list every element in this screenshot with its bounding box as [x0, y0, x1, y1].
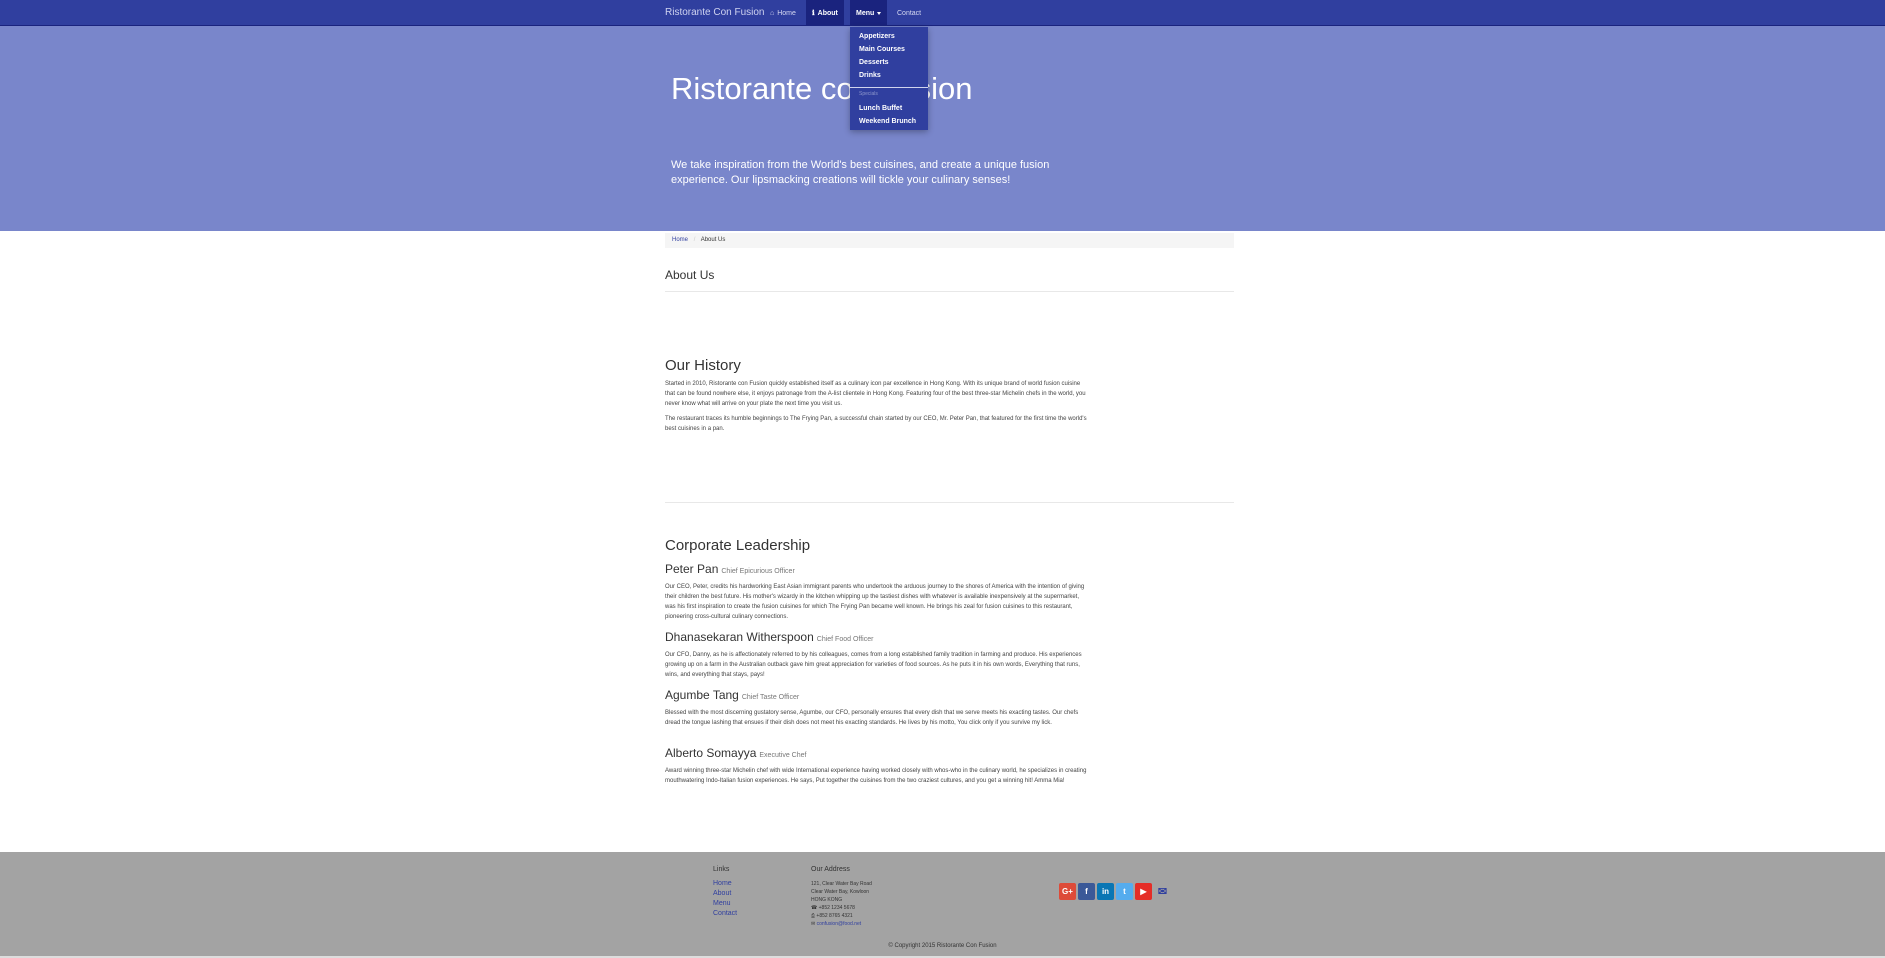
dropdown-item-lunch-buffet[interactable]: Lunch Buffet: [859, 105, 902, 112]
dropdown-item-drinks[interactable]: Drinks: [859, 72, 881, 79]
dropdown-item-desserts[interactable]: Desserts: [859, 59, 889, 66]
leader-name: Agumbe Tang Chief Taste Officer: [665, 688, 799, 702]
footer-link-menu[interactable]: Menu: [713, 900, 731, 907]
breadcrumb-separator: /: [693, 237, 696, 243]
nav-contact[interactable]: Contact: [891, 0, 927, 26]
youtube-icon[interactable]: ▶: [1135, 883, 1152, 900]
fax-line: ⎙ +852 8765 4321: [811, 912, 853, 920]
phone-line: ☎ +852 1234 5678: [811, 904, 855, 912]
fax-icon: ⎙: [811, 913, 816, 919]
footer-address-heading: Our Address: [811, 866, 850, 873]
leader-bio: Our CFO, Danny, as he is affectionately …: [665, 652, 1082, 678]
home-icon: ⌂: [770, 9, 775, 17]
leader-title: Executive Chef: [759, 752, 807, 759]
page-title: About Us: [665, 268, 715, 282]
dropdown-divider: [850, 87, 928, 88]
footer-link-about[interactable]: About: [713, 890, 731, 897]
leader-name-text: Alberto Somayya: [665, 746, 757, 760]
twitter-icon[interactable]: t: [1116, 883, 1133, 900]
footer-links-heading: Links: [713, 866, 730, 873]
address-line: Clear Water Bay, Kowloon: [811, 889, 870, 895]
jumbotron-text: We take inspiration from the World's bes…: [671, 159, 1050, 186]
facebook-icon[interactable]: f: [1078, 883, 1095, 900]
leader-title: Chief Food Officer: [816, 636, 874, 643]
leader-bio: Blessed with the most discerning gustato…: [665, 710, 1079, 726]
nav-home[interactable]: ⌂ Home: [764, 0, 802, 26]
leader-bio: Our CEO, Peter, credits his hardworking …: [665, 584, 1085, 620]
navbar-brand[interactable]: Ristorante Con Fusion: [665, 7, 765, 18]
nav-contact-label: Contact: [897, 9, 922, 17]
jumbotron: [0, 26, 1885, 231]
nav-menu-toggle[interactable]: Menu: [850, 0, 888, 26]
nav-about[interactable]: ℹ About: [806, 0, 844, 26]
fax-number: +852 8765 4321: [816, 913, 853, 919]
phone-number: +852 1234 5678: [818, 905, 855, 911]
mail-icon[interactable]: ✉: [1154, 883, 1171, 900]
leader-bio: Award winning three-star Michelin chef w…: [665, 768, 1087, 784]
footer-link-home[interactable]: Home: [713, 880, 732, 887]
divider: [665, 502, 1234, 503]
address-line: 121, Clear Water Bay Road: [811, 881, 872, 887]
address-line: HONG KONG: [811, 897, 843, 903]
history-heading: Our History: [665, 357, 741, 374]
dropdown-item-weekend-brunch[interactable]: Weekend Brunch: [859, 118, 916, 125]
leader-name-text: Peter Pan: [665, 562, 719, 576]
email-link[interactable]: confusion@food.net: [817, 921, 862, 927]
leadership-heading: Corporate Leadership: [665, 537, 811, 554]
copyright: © Copyright 2015 Ristorante Con Fusion: [888, 943, 997, 949]
navbar: Ristorante Con Fusion ⌂ Home ℹ About Men…: [0, 0, 1885, 26]
breadcrumb-home[interactable]: Home: [672, 237, 688, 243]
leader-name-text: Agumbe Tang: [665, 688, 739, 702]
dropdown-header: Specials: [859, 91, 878, 97]
linkedin-icon[interactable]: in: [1097, 883, 1114, 900]
breadcrumb: Home / About Us: [665, 233, 1234, 248]
info-icon: ℹ: [812, 10, 815, 17]
menu-dropdown: Appetizers Main Courses Desserts Drinks …: [850, 27, 928, 130]
dropdown-item-appetizers[interactable]: Appetizers: [859, 33, 895, 40]
history-paragraph-1: Started in 2010, Ristorante con Fusion q…: [665, 381, 1086, 407]
leader-name: Dhanasekaran Witherspoon Chief Food Offic…: [665, 630, 873, 644]
breadcrumb-current: About Us: [700, 237, 726, 243]
nav-menu-label: Menu: [856, 9, 875, 17]
leader-title: Chief Taste Officer: [741, 694, 800, 701]
email-line: ✉ confusion@food.net: [811, 920, 861, 928]
phone-icon: ☎: [811, 905, 818, 911]
divider: [665, 291, 1234, 292]
leader-name: Alberto Somayya Executive Chef: [665, 746, 806, 760]
nav-home-label: Home: [777, 9, 796, 17]
leader-title: Chief Epicurious Officer: [721, 568, 795, 575]
leader-name: Peter Pan Chief Epicurious Officer: [665, 562, 795, 576]
leader-name-text: Dhanasekaran Witherspoon: [665, 630, 814, 644]
history-paragraph-2: The restaurant traces its humble beginni…: [665, 416, 1087, 432]
caret-down-icon: [877, 11, 882, 15]
dropdown-item-main-courses[interactable]: Main Courses: [859, 46, 905, 53]
footer-link-contact[interactable]: Contact: [713, 910, 737, 917]
nav-about-label: About: [817, 9, 838, 17]
envelope-icon: ✉: [811, 921, 816, 927]
google-plus-icon[interactable]: G+: [1059, 883, 1076, 900]
